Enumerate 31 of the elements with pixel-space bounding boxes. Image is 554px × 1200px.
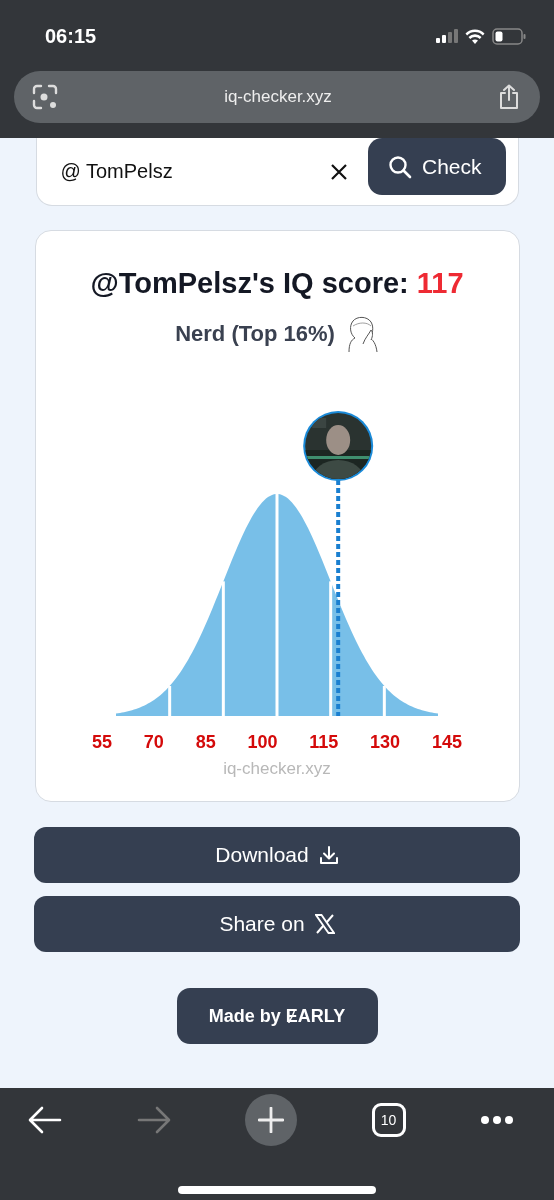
address-bar[interactable]: iq-checker.xyz [14, 71, 540, 123]
share-button[interactable]: Share on [34, 896, 520, 952]
download-button[interactable]: Download [34, 827, 520, 883]
more-icon[interactable] [480, 1115, 514, 1125]
axis-label: 115 [309, 732, 339, 753]
username-field[interactable]: @ TomPelsz [60, 160, 310, 183]
category-label: Nerd (Top 16%) [175, 321, 335, 347]
camera-search-icon[interactable] [32, 84, 58, 110]
axis-label: 55 [92, 732, 113, 753]
back-icon[interactable] [28, 1106, 62, 1134]
check-button[interactable]: Check [367, 138, 506, 195]
x-logo-icon [314, 914, 335, 934]
axis-label: 100 [247, 732, 278, 753]
download-icon [318, 845, 339, 865]
battery-icon [492, 27, 526, 45]
made-by-button[interactable]: Made by ɆARLY [176, 988, 378, 1044]
score-title: @TomPelsz's IQ score: 117 [90, 267, 464, 300]
close-icon[interactable] [329, 162, 348, 181]
plus-icon [258, 1107, 284, 1133]
site-watermark: iq-checker.xyz [223, 759, 331, 779]
signal-icon [436, 29, 458, 43]
axis-label: 130 [370, 732, 401, 753]
wifi-icon [465, 28, 485, 44]
share-icon[interactable] [498, 84, 520, 110]
axis-label: 70 [143, 732, 164, 753]
axis-label: 145 [431, 732, 462, 753]
axis-label: 85 [195, 732, 216, 753]
new-tab-button[interactable] [245, 1094, 297, 1146]
tab-count-button[interactable]: 10 [371, 1103, 406, 1137]
status-time: 06:15 [45, 24, 97, 48]
search-icon [387, 154, 412, 179]
